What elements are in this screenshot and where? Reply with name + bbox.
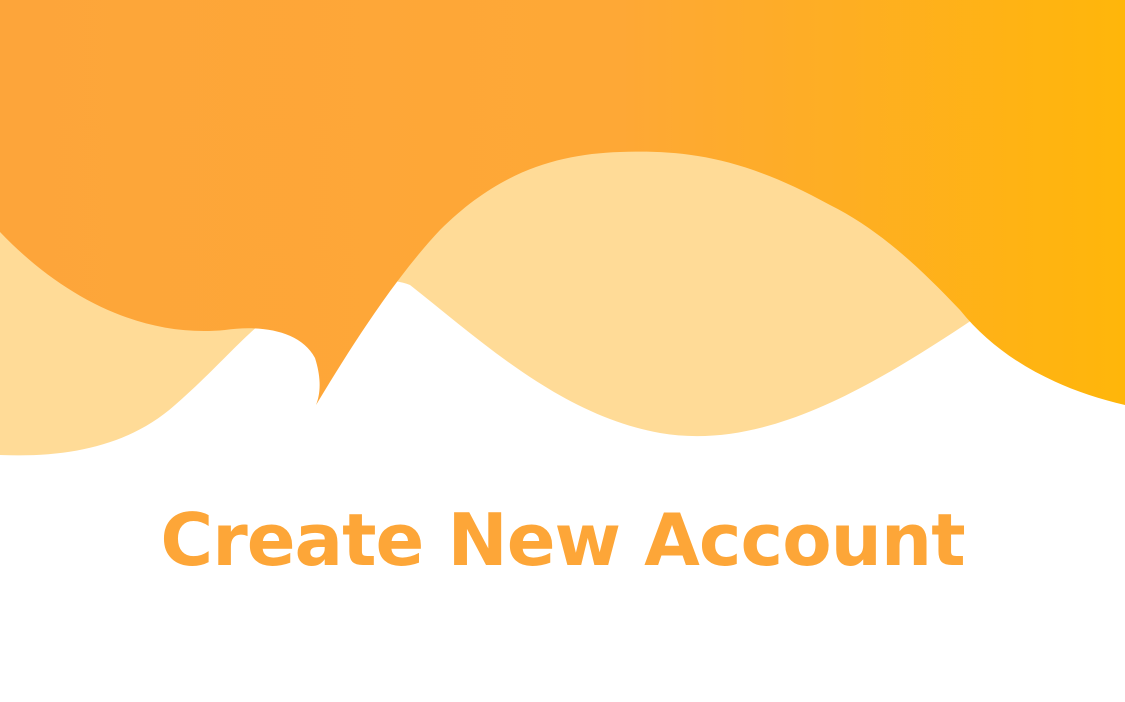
header-wave-illustration [0,0,1125,470]
wave-graphic [0,0,1125,456]
page-title: Create New Account [160,498,965,582]
